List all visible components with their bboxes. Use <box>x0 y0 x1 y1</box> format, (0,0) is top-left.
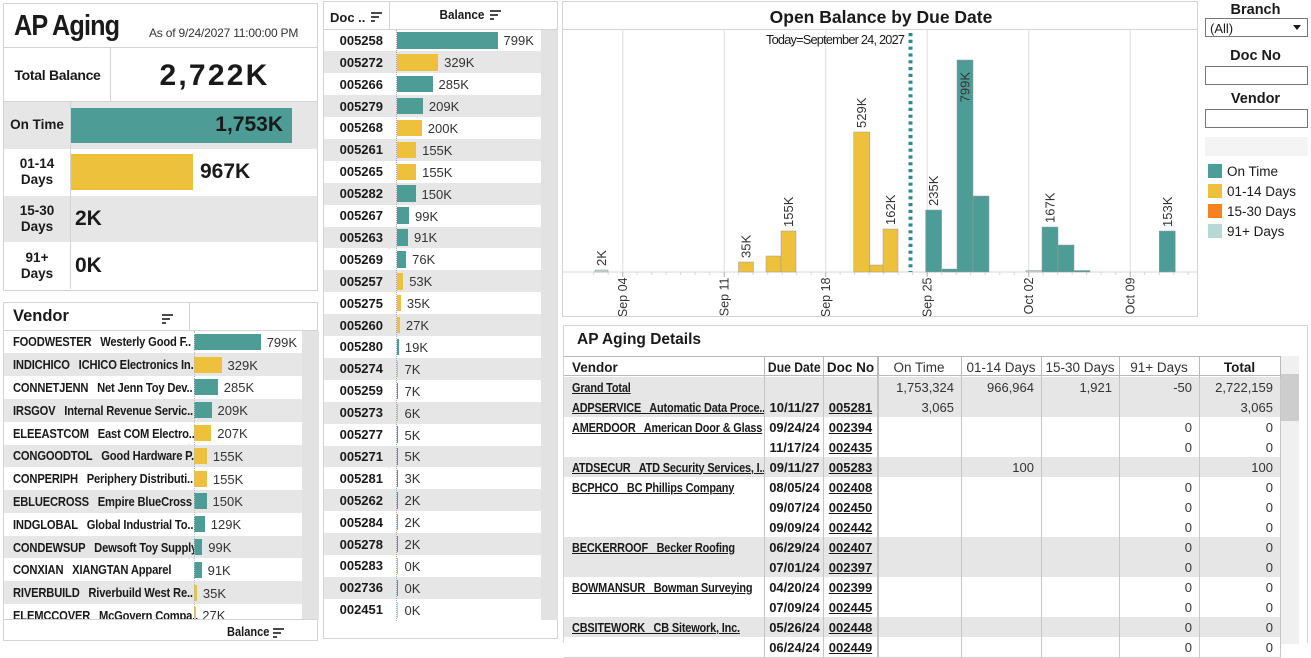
svg-text:Oct 09: Oct 09 <box>1124 277 1138 314</box>
svg-text:2K: 2K <box>594 250 609 266</box>
svg-text:162K: 162K <box>883 194 898 225</box>
svg-text:Oct 02: Oct 02 <box>1022 277 1036 314</box>
svg-text:Sep 11: Sep 11 <box>718 277 732 316</box>
svg-text:Sep 25: Sep 25 <box>921 277 935 316</box>
svg-text:35K: 35K <box>739 235 754 258</box>
svg-text:155K: 155K <box>781 196 796 227</box>
svg-text:Today=September 24, 2027: Today=September 24, 2027 <box>766 32 905 47</box>
svg-text:Open Balance by Due Date: Open Balance by Due Date <box>770 7 993 27</box>
svg-text:Sep 04: Sep 04 <box>616 277 630 316</box>
svg-text:Sep 18: Sep 18 <box>819 277 833 316</box>
svg-text:153K: 153K <box>1160 196 1175 227</box>
svg-text:799K: 799K <box>958 72 973 103</box>
svg-text:529K: 529K <box>854 97 869 128</box>
svg-text:235K: 235K <box>926 175 941 206</box>
svg-text:167K: 167K <box>1043 192 1058 223</box>
